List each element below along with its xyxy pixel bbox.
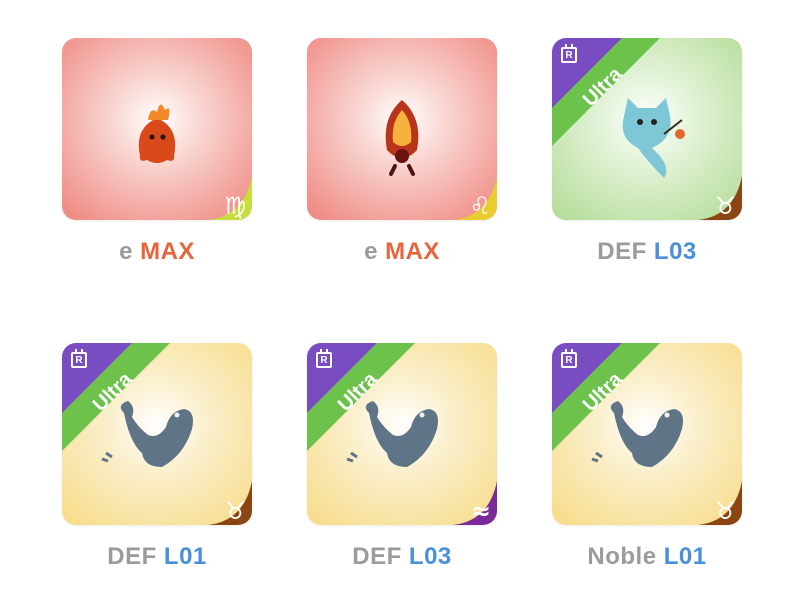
pet-card-5-caption: DEF L03: [352, 543, 452, 570]
leo-icon: ♌: [469, 192, 491, 220]
virgo-icon: ♍: [224, 192, 246, 220]
zodiac-badge: ♌: [453, 176, 497, 220]
pet-card-3[interactable]: R Ultra ♉: [552, 38, 742, 220]
pet-card-6[interactable]: R Ultra ♉: [552, 343, 742, 525]
taurus-icon: ♉: [224, 497, 246, 525]
r-badge-icon: R: [71, 349, 87, 368]
aquarius-icon: ≈: [470, 497, 491, 525]
pet-card-4-caption: DEF L01: [107, 543, 207, 570]
taurus-icon: ♉: [714, 192, 736, 220]
zodiac-badge: ♉: [208, 481, 252, 525]
r-badge-icon: R: [561, 349, 577, 368]
taurus-icon: ♉: [714, 497, 736, 525]
zodiac-badge: ♉: [698, 176, 742, 220]
zodiac-badge: ♍: [208, 176, 252, 220]
pet-card-2-caption: e MAX: [364, 238, 440, 265]
pet-card-4[interactable]: R Ultra ♉: [62, 343, 252, 525]
pet-card-5[interactable]: R Ultra ≈: [307, 343, 497, 525]
pet-card-1-caption: e MAX: [119, 238, 195, 265]
pet-card-1[interactable]: ♍: [62, 38, 252, 220]
pet-card-2[interactable]: ♌: [307, 38, 497, 220]
pet-card-3-caption: DEF L03: [597, 238, 697, 265]
r-badge-icon: R: [316, 349, 332, 368]
zodiac-badge: ♉: [698, 481, 742, 525]
r-badge-icon: R: [561, 44, 577, 63]
pet-card-6-caption: Noble L01: [587, 543, 707, 570]
zodiac-badge: ≈: [453, 481, 497, 525]
